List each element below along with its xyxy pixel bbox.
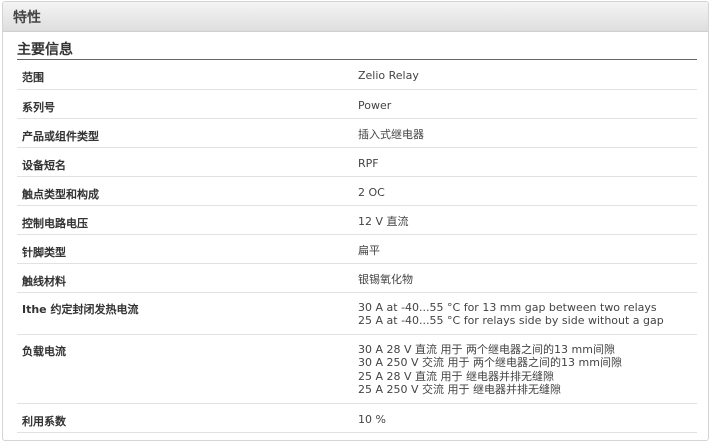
- spec-value-line: 12 V 直流: [358, 214, 409, 228]
- spec-label: Ithe 约定封闭发热电流: [17, 292, 358, 335]
- table-row: 范围 Zelio Relay: [17, 60, 697, 90]
- spec-label: 产品或组件类型: [17, 118, 358, 148]
- spec-value: 30 A at -40...55 °C for 13 mm gap betwee…: [358, 292, 697, 335]
- table-row: 设备短名 RPF: [17, 147, 697, 177]
- spec-value: 10 %: [358, 403, 697, 433]
- spec-value-line: 25 A at -40...55 °C for relays side by s…: [358, 314, 664, 327]
- spec-value: RPF: [358, 147, 697, 177]
- spec-label: 范围: [17, 60, 358, 90]
- spec-value-line: 2 OC: [358, 185, 385, 199]
- spec-value-line: RPF: [358, 156, 379, 170]
- panel-header: 特性: [3, 2, 708, 32]
- spec-value-line: 插入式继电器: [358, 127, 424, 141]
- spec-value: 扁平: [358, 234, 697, 264]
- spec-value: 银锡氧化物: [358, 263, 697, 293]
- spec-value: 插入式继电器: [358, 118, 697, 148]
- spec-value-line: 25 A 28 V 直流 用于 继电器并排无缝隙: [358, 369, 555, 383]
- spec-value-line: 30 A at -40...55 °C for 13 mm gap betwee…: [358, 300, 657, 314]
- table-row: 控制电路电压 12 V 直流: [17, 205, 697, 235]
- table-row: 负载电流 30 A 28 V 直流 用于 两个继电器之间的13 mm间隙 30 A …: [17, 334, 697, 404]
- panel-title: 特性: [13, 9, 41, 26]
- spec-value: Zelio Relay: [358, 60, 697, 90]
- table-row: 产品或组件类型 插入式继电器: [17, 118, 697, 148]
- spec-value-line: 30 A 250 V 交流 用于 两个继电器之间的13 mm间隙: [358, 356, 622, 369]
- spec-value: 30 A 28 V 直流 用于 两个继电器之间的13 mm间隙 30 A 250 …: [358, 334, 697, 404]
- spec-value: 2 OC: [358, 176, 697, 206]
- section-title: 主要信息: [17, 32, 697, 60]
- table-row: 系列号 Power: [17, 89, 697, 119]
- spec-value-line: 10 %: [358, 412, 386, 426]
- spec-label: 控制电路电压: [17, 205, 358, 235]
- table-row: 利用系数 10 %: [17, 403, 697, 433]
- table-row: 触线材料 银锡氧化物: [17, 263, 697, 293]
- table-row: 触点类型和构成 2 OC: [17, 176, 697, 206]
- spec-value-line: Zelio Relay: [358, 69, 419, 82]
- spec-label: 系列号: [17, 89, 358, 119]
- spec-label: 利用系数: [17, 403, 358, 433]
- table-row: Ithe 约定封闭发热电流 30 A at -40...55 °C for 13 …: [17, 292, 697, 335]
- spec-label: 负载电流: [17, 334, 358, 404]
- spec-value: 12 V 直流: [358, 205, 697, 235]
- spec-label: 设备短名: [17, 147, 358, 177]
- specs-table: 范围 Zelio Relay 系列号 Power 产品或组件类型 插入式继电器 设备短名 RP…: [17, 60, 697, 433]
- spec-label: 触点类型和构成: [17, 176, 358, 206]
- spec-value-line: 扁平: [358, 243, 380, 257]
- spec-value-line: Power: [358, 98, 392, 112]
- spec-value: Power: [358, 89, 697, 119]
- spec-value-line: 25 A 250 V 交流 用于 继电器并排无缝隙: [358, 383, 562, 396]
- characteristics-panel: 特性 主要信息 范围 Zelio Relay 系列号 Power 产品或组件类型 插入式继…: [2, 1, 709, 441]
- table-row: 针脚类型 扁平: [17, 234, 697, 264]
- spec-value-line: 30 A 28 V 直流 用于 两个继电器之间的13 mm间隙: [358, 342, 615, 356]
- spec-value-line: 银锡氧化物: [358, 272, 413, 286]
- spec-label: 针脚类型: [17, 234, 358, 264]
- main-info-section: 主要信息 范围 Zelio Relay 系列号 Power 产品或组件类型 插入式继电器设…: [3, 32, 708, 433]
- spec-label: 触线材料: [17, 263, 358, 293]
